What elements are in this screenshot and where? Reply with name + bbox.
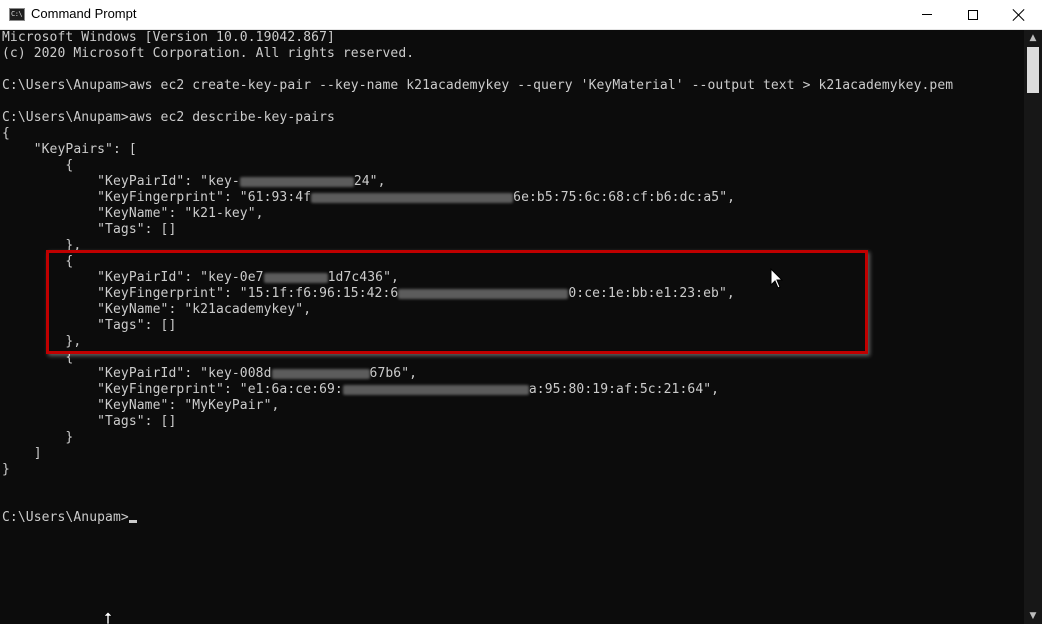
console-line: "KeyPairId": "key- 24", — [2, 174, 1022, 190]
vertical-scrollbar[interactable]: ▲ ▼ — [1024, 30, 1042, 624]
line-text: "KeyFingerprint": "61:93:4f — [2, 190, 312, 205]
redacted-text — [239, 176, 354, 187]
prompt-text: C:\Users\Anupam> — [2, 510, 129, 525]
command-prompt-icon: C:\ — [9, 8, 25, 21]
window-title: Command Prompt — [31, 6, 137, 21]
minimize-icon — [922, 14, 932, 15]
resize-cursor-icon — [103, 612, 113, 624]
console-line: (c) 2020 Microsoft Corporation. All righ… — [2, 46, 415, 61]
highlight-annotation-box — [46, 250, 868, 354]
close-icon — [1013, 9, 1025, 21]
title-bar: C:\ Command Prompt — [0, 0, 1042, 30]
redacted-text — [271, 368, 370, 379]
console-line: "Tags": [] — [2, 414, 177, 429]
text-cursor — [128, 520, 137, 523]
console-line: "Tags": [] — [2, 222, 177, 237]
scroll-down-icon[interactable]: ▼ — [1024, 608, 1042, 624]
line-text: "KeyFingerprint": "e1:6a:ce:69: — [2, 382, 343, 397]
console-line: "KeyPairId": "key-008d 67b6", — [2, 366, 1022, 382]
console-line: Microsoft Windows [Version 10.0.19042.86… — [2, 30, 335, 45]
maximize-icon — [968, 9, 978, 20]
prompt-line[interactable]: C:\Users\Anupam> — [2, 510, 1022, 526]
console-line: } — [2, 430, 74, 445]
line-text: "KeyPairId": "key-008d — [2, 366, 272, 381]
line-text: a:95:80:19:af:5c:21:64", — [528, 382, 720, 397]
line-text: 6e:b5:75:6c:68:cf:b6:dc:a5", — [513, 190, 736, 205]
minimize-button[interactable] — [904, 0, 950, 29]
console-line: "KeyFingerprint": "e1:6a:ce:69: a:95:80:1… — [2, 382, 1022, 398]
mouse-pointer-icon — [770, 268, 784, 289]
line-text: "KeyPairId": "key- — [2, 174, 240, 189]
console-line: } — [2, 462, 10, 477]
console-line: C:\Users\Anupam>aws ec2 create-key-pair … — [2, 78, 954, 93]
scrollbar-thumb[interactable] — [1027, 47, 1039, 93]
console-line: { — [2, 158, 74, 173]
close-button[interactable] — [996, 0, 1042, 29]
scroll-up-icon[interactable]: ▲ — [1024, 30, 1042, 46]
console-line: C:\Users\Anupam>aws ec2 describe-key-pai… — [2, 110, 335, 125]
maximize-button[interactable] — [950, 0, 996, 29]
console-line: { — [2, 126, 10, 141]
line-text: 24", — [353, 174, 386, 189]
console-line: ] — [2, 446, 42, 461]
line-text: 67b6", — [369, 366, 418, 381]
console-line: "KeyFingerprint": "61:93:4f 6e:b5:75:6c:6… — [2, 190, 1022, 206]
console-line: "KeyName": "MyKeyPair", — [2, 398, 280, 413]
console-line: "KeyName": "k21-key", — [2, 206, 264, 221]
redacted-text — [311, 192, 514, 203]
redacted-text — [342, 384, 529, 395]
console-line: "KeyPairs": [ — [2, 142, 137, 157]
